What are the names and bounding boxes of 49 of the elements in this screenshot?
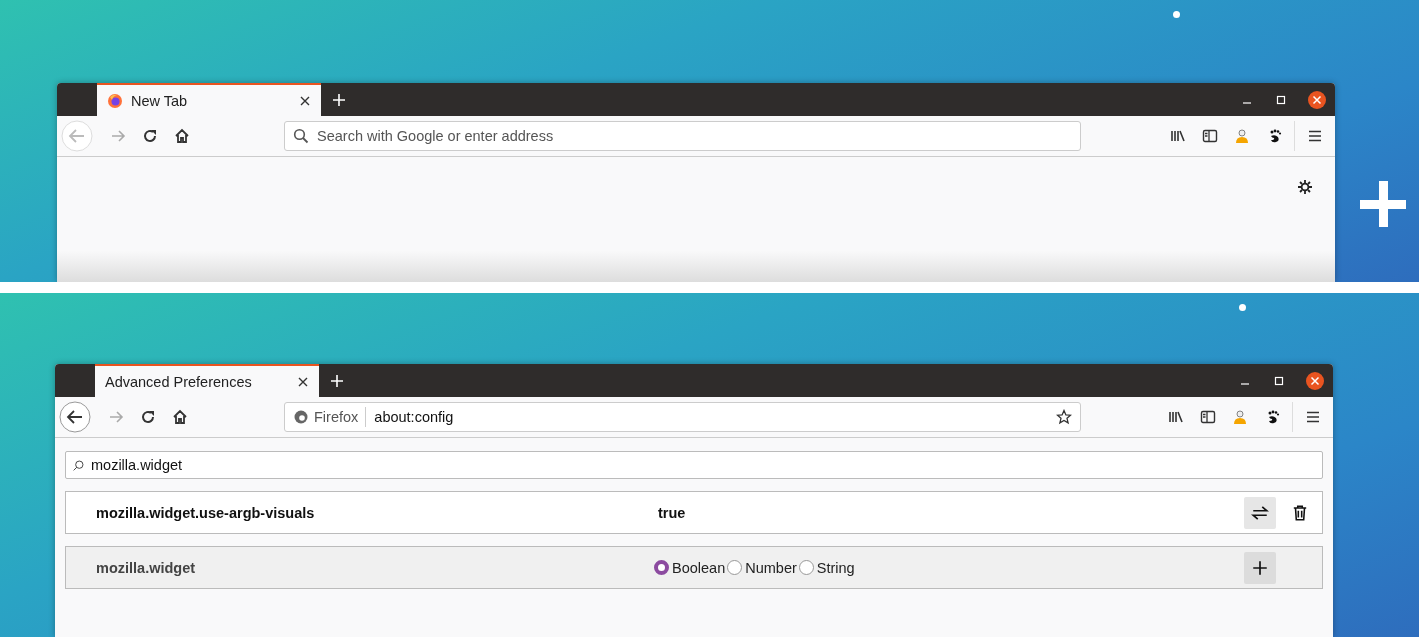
- search-field[interactable]: mozilla.widget: [65, 451, 1323, 479]
- menu-icon[interactable]: [1305, 409, 1321, 425]
- plus-icon: [1251, 558, 1269, 577]
- reload-icon[interactable]: [140, 409, 156, 425]
- identity-label[interactable]: Firefox: [289, 407, 367, 427]
- back-icon[interactable]: [59, 401, 91, 433]
- browser-tab[interactable]: New Tab: [97, 83, 321, 116]
- tab-title: New Tab: [131, 92, 189, 109]
- star-icon[interactable]: [1056, 409, 1072, 425]
- close-icon[interactable]: [1305, 370, 1325, 391]
- settings-icon[interactable]: [1297, 179, 1313, 195]
- browser-logo-icon: [107, 92, 123, 109]
- preference-value: true: [658, 504, 686, 521]
- type-radio[interactable]: String: [798, 559, 855, 576]
- address-bar[interactable]: Firefox about:config: [284, 402, 1081, 432]
- close-icon[interactable]: [297, 375, 309, 388]
- search-input[interactable]: mozilla.widget: [91, 457, 1316, 473]
- sidebar-icon[interactable]: [1200, 409, 1216, 425]
- preference-name: mozilla.widget.use-argb-visuals: [96, 504, 316, 521]
- dot-icon: [1173, 11, 1180, 18]
- library-icon[interactable]: [1170, 128, 1186, 144]
- maximize-icon[interactable]: [1275, 93, 1287, 106]
- home-icon[interactable]: [172, 409, 188, 425]
- sidebar-icon[interactable]: [1202, 128, 1218, 144]
- maximize-icon[interactable]: [1273, 374, 1285, 387]
- type-radio[interactable]: Number: [727, 559, 797, 576]
- toggle-button[interactable]: [1244, 496, 1276, 529]
- address-bar[interactable]: Search with Google or enter address: [284, 121, 1081, 151]
- preference-name: mozilla.widget: [96, 559, 197, 576]
- close-icon[interactable]: [299, 94, 311, 107]
- close-icon[interactable]: [1307, 89, 1327, 110]
- menu-icon[interactable]: [1307, 128, 1323, 144]
- person-icon[interactable]: [1234, 128, 1250, 144]
- reload-icon[interactable]: [142, 128, 158, 144]
- trash-icon: [1291, 503, 1309, 522]
- add-button[interactable]: [1244, 551, 1276, 584]
- type-radio[interactable]: Boolean: [654, 559, 726, 576]
- new-tab-icon[interactable]: [332, 92, 346, 107]
- person-icon[interactable]: [1232, 409, 1248, 425]
- browser-tab[interactable]: Advanced Preferences: [95, 364, 319, 397]
- library-icon[interactable]: [1168, 409, 1184, 425]
- browser-logo-icon: [293, 409, 309, 425]
- search-icon: [293, 128, 309, 144]
- home-icon[interactable]: [174, 128, 190, 144]
- address-text: about:config: [374, 409, 455, 425]
- search-icon: [72, 458, 85, 472]
- tab-title: Advanced Preferences: [105, 373, 253, 390]
- dot-icon: [1239, 304, 1246, 311]
- new-tab-icon[interactable]: [330, 373, 344, 388]
